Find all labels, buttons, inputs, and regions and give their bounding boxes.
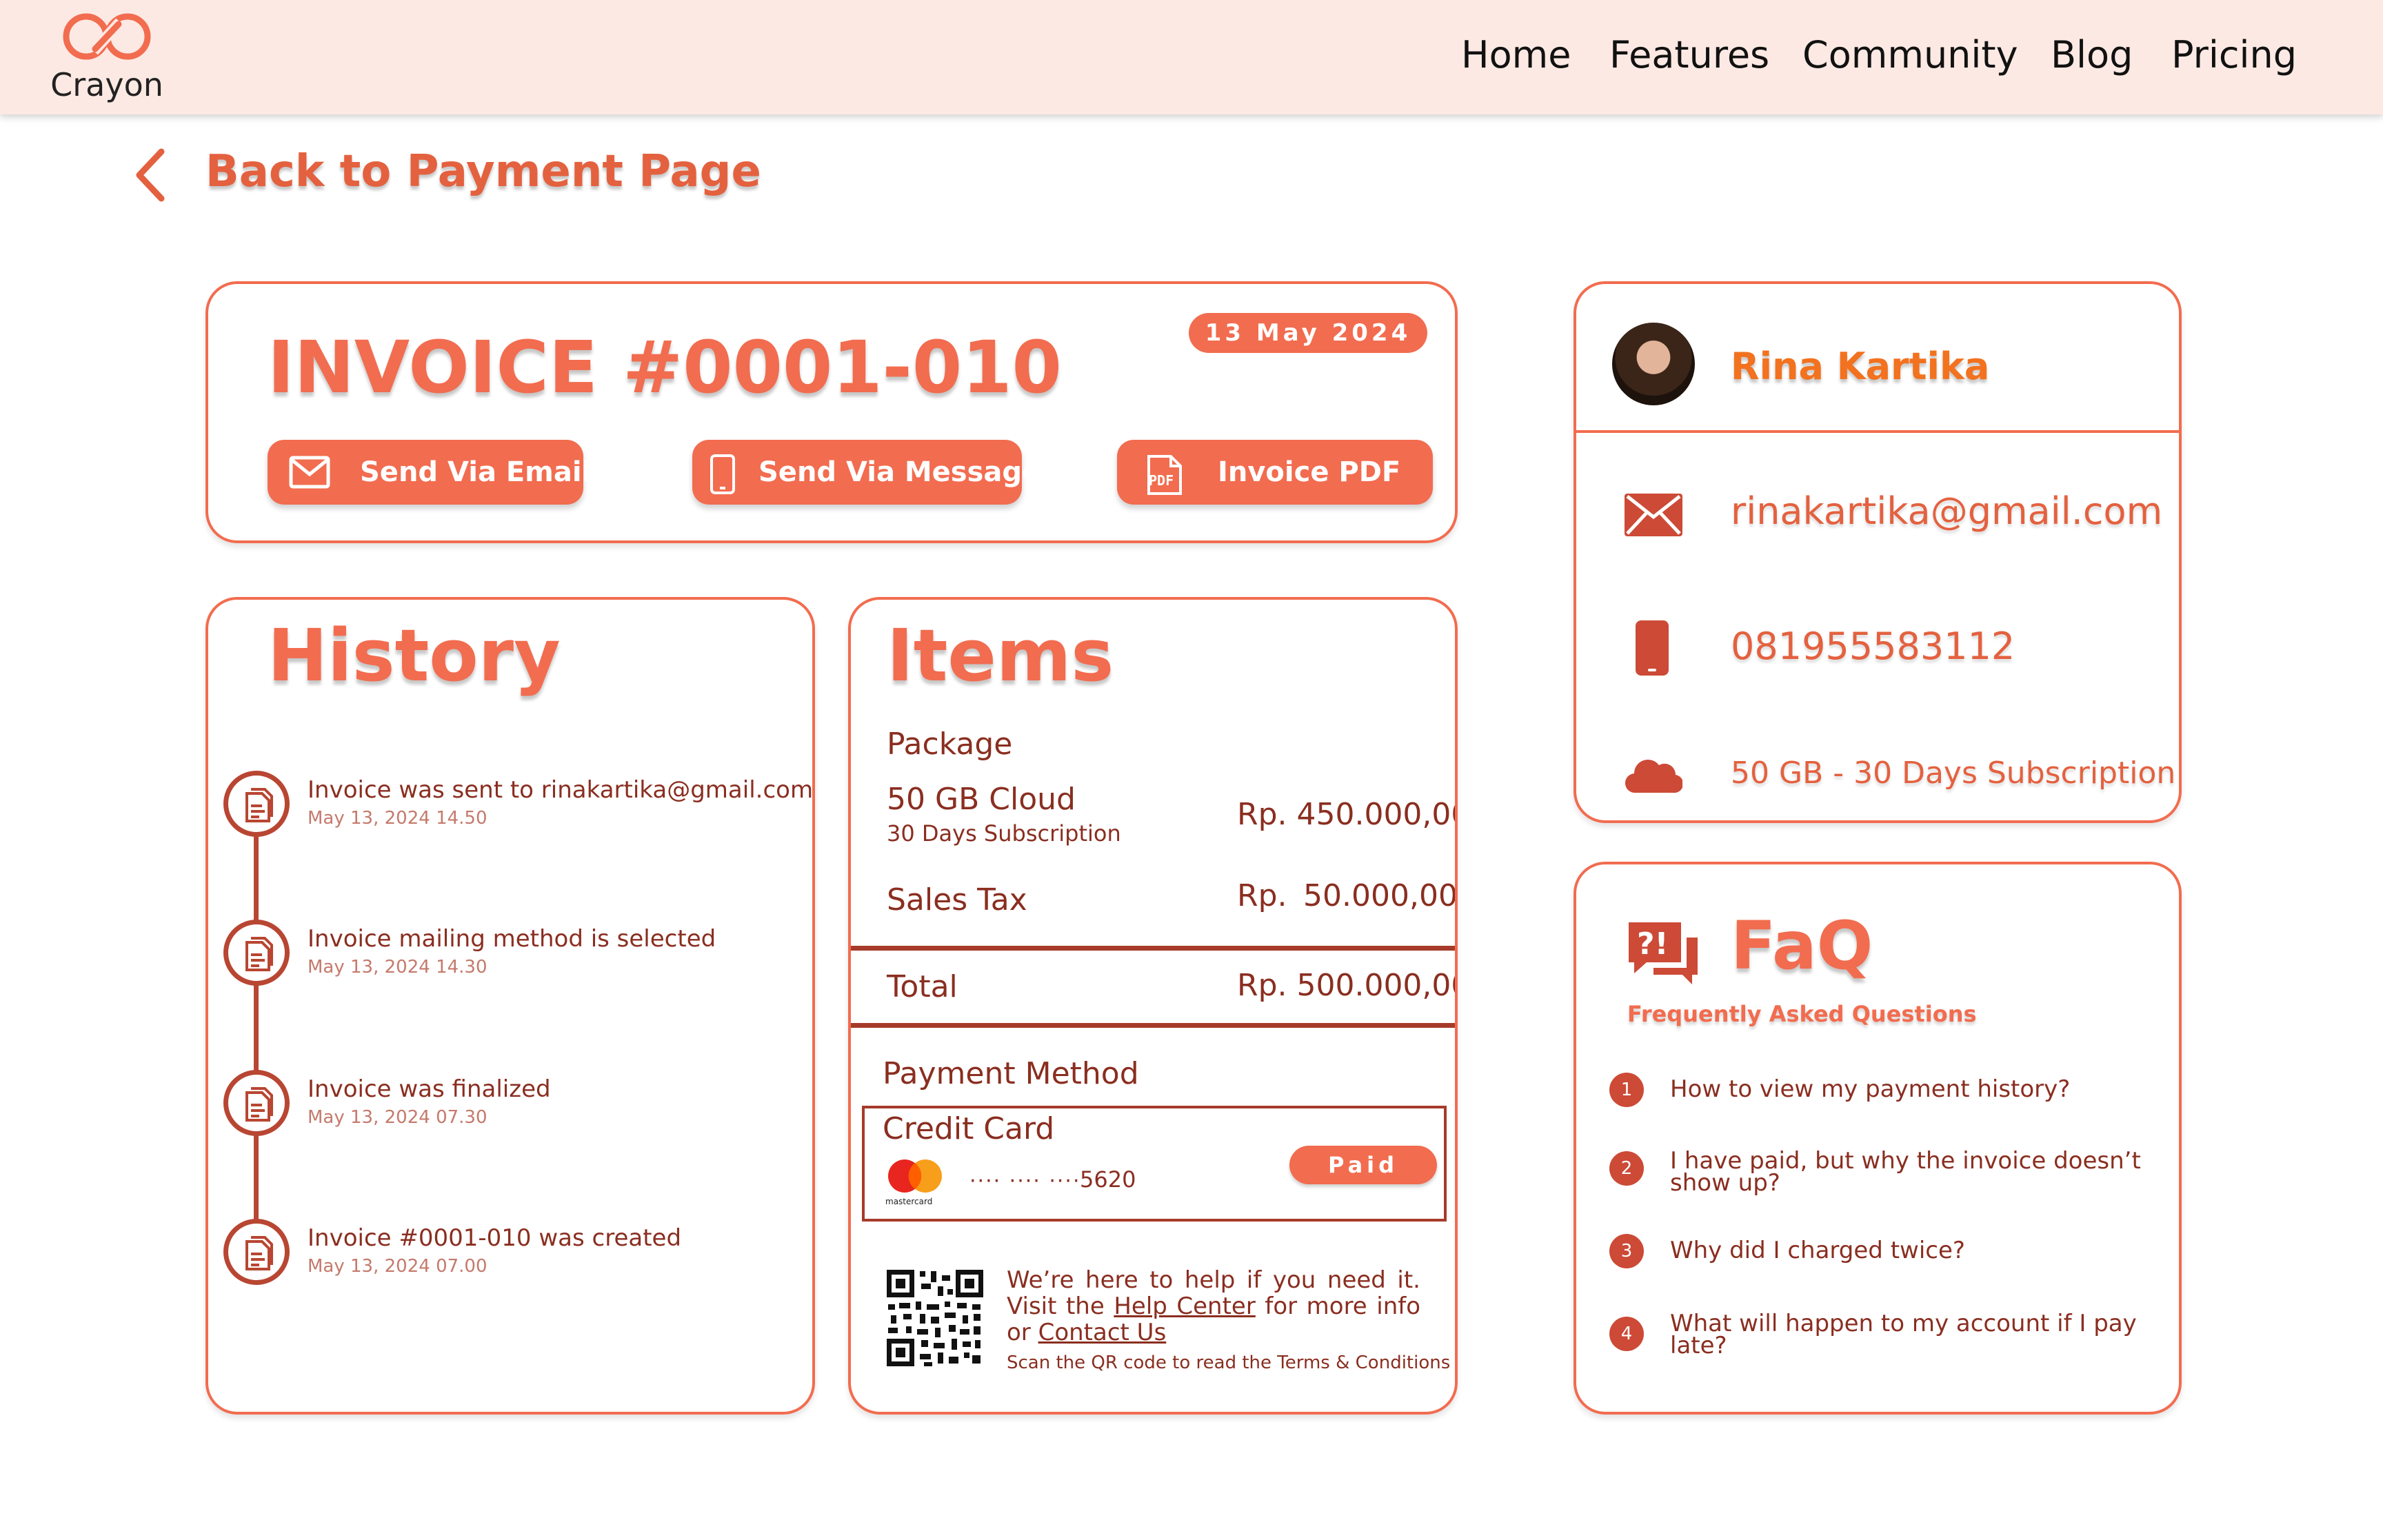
faq-number-badge: 3 — [1609, 1234, 1644, 1268]
history-event-text: Invoice was sent to rinakartika@gmail.co… — [308, 776, 814, 804]
document-icon — [223, 771, 290, 837]
payment-method-box: Credit Card mastercard ···· ···· ···· 56… — [862, 1106, 1447, 1222]
history-event-time: May 13, 2024 14.30 — [308, 957, 487, 977]
card-last-four: 5620 — [1080, 1166, 1136, 1193]
faq-title: FaQ — [1731, 907, 1873, 984]
card-brand-text: mastercard — [885, 1197, 933, 1206]
document-icon — [223, 1219, 290, 1285]
invoice-pdf-label: Invoice PDF — [1218, 456, 1401, 488]
payment-type: Credit Card — [883, 1111, 1055, 1146]
sales-tax-label: Sales Tax — [887, 882, 1027, 918]
brand-name[interactable]: Crayon — [48, 66, 165, 103]
history-event-text: Invoice #0001-010 was created — [308, 1224, 682, 1252]
history-event-time: May 13, 2024 14.50 — [308, 808, 487, 829]
help-center-link[interactable]: Help Center — [1114, 1293, 1255, 1320]
faq-card: ?! FaQ Frequently Asked Questions 1 How … — [1573, 862, 2182, 1415]
envelope-icon — [1625, 494, 1682, 539]
faq-subtitle: Frequently Asked Questions — [1627, 1001, 1977, 1027]
divider — [1576, 430, 2179, 433]
customer-name: Rina Kartika — [1731, 345, 1990, 388]
package-price: Rp. 450.000,00 — [1237, 797, 1458, 832]
faq-question[interactable]: Why did I charged twice? — [1670, 1239, 2153, 1262]
qr-code-icon[interactable] — [885, 1268, 985, 1370]
faq-question[interactable]: How to view my payment history? — [1670, 1077, 2153, 1101]
divider — [851, 946, 1455, 951]
history-event-text: Invoice was finalized — [308, 1075, 551, 1103]
history-event-time: May 13, 2024 07.30 — [308, 1107, 487, 1128]
faq-number-badge: 4 — [1609, 1317, 1644, 1351]
total-label: Total — [887, 969, 958, 1004]
crayon-logo-icon[interactable] — [61, 11, 153, 62]
nav-blog[interactable]: Blog — [2051, 33, 2133, 77]
svg-text:?!: ?! — [1637, 926, 1669, 962]
items-card: Items Package 50 GB Cloud 30 Days Subscr… — [848, 597, 1458, 1415]
nav-features[interactable]: Features — [1609, 33, 1769, 77]
customer-email: rinakartika@gmail.com — [1731, 489, 2163, 533]
masked-card-number: ···· ···· ···· — [969, 1169, 1081, 1193]
divider — [851, 1023, 1455, 1028]
paid-status-badge: Paid — [1289, 1146, 1437, 1184]
question-chat-icon: ?! — [1626, 920, 1702, 991]
customer-subscription: 50 GB - 30 Days Subscription — [1731, 756, 2176, 791]
package-name: 50 GB Cloud — [887, 782, 1076, 817]
items-title: Items — [887, 614, 1114, 698]
send-via-message-button[interactable]: Send Via Message — [692, 440, 1040, 505]
sales-tax-currency: Rp. — [1237, 878, 1287, 913]
faq-number-badge: 1 — [1609, 1073, 1644, 1107]
send-via-email-button[interactable]: Send Via Email — [268, 440, 591, 505]
invoice-header-card: INVOICE #0001-010 13 May 2024 Send Via E… — [205, 281, 1458, 543]
history-event-text: Invoice mailing method is selected — [308, 925, 716, 953]
top-navigation-bar: Crayon Home Features Community Blog Pric… — [0, 0, 2383, 114]
customer-phone: 081955583112 — [1731, 625, 2015, 668]
avatar — [1612, 323, 1695, 405]
payment-method-label: Payment Method — [883, 1056, 1139, 1091]
faq-question[interactable]: I have paid, but why the invoice doesn’t… — [1670, 1149, 2153, 1195]
nav-pricing[interactable]: Pricing — [2171, 33, 2297, 77]
total-price: Rp. 500.000,00 — [1237, 968, 1458, 1003]
mastercard-icon: mastercard — [883, 1157, 949, 1208]
nav-home[interactable]: Home — [1461, 33, 1571, 77]
history-event-time: May 13, 2024 07.00 — [308, 1256, 487, 1277]
scan-qr-text: Scan the QR code to read the Terms & Con… — [1007, 1352, 1451, 1373]
invoice-pdf-button[interactable]: PDF Invoice PDF — [1117, 440, 1433, 505]
invoice-date-badge: 13 May 2024 — [1189, 313, 1427, 353]
send-via-email-label: Send Via Email — [360, 456, 592, 488]
chevron-left-icon — [136, 148, 165, 202]
document-icon — [223, 920, 290, 986]
faq-number-badge: 2 — [1609, 1151, 1644, 1186]
back-to-payment-link[interactable]: Back to Payment Page — [131, 142, 761, 204]
timeline-line — [254, 807, 259, 1255]
document-icon — [223, 1070, 290, 1136]
customer-profile-card: Rina Kartika rinakartika@gmail.com 08195… — [1573, 281, 2182, 823]
cloud-icon — [1625, 756, 1684, 797]
pdf-file-icon: PDF — [1147, 455, 1182, 495]
invoice-title: INVOICE #0001-010 — [268, 325, 1062, 409]
faq-question[interactable]: What will happen to my account if I pay … — [1670, 1312, 2153, 1357]
phone-icon — [710, 454, 735, 494]
package-label: Package — [887, 727, 1013, 762]
help-text: We’re here to help if you need it. Visit… — [1007, 1267, 1420, 1346]
nav-community[interactable]: Community — [1802, 33, 2018, 77]
package-description: 30 Days Subscription — [887, 820, 1121, 847]
envelope-icon — [289, 456, 330, 489]
back-link-label: Back to Payment Page — [205, 146, 761, 197]
sales-tax-amount: 50.000,00 — [1303, 878, 1458, 913]
history-card: History Invoice was sent to rinakartika@… — [205, 597, 815, 1415]
history-title: History — [268, 614, 561, 698]
phone-icon — [1634, 619, 1670, 680]
svg-text:PDF: PDF — [1149, 472, 1174, 489]
send-via-message-label: Send Via Message — [758, 456, 1041, 488]
contact-us-link[interactable]: Contact Us — [1038, 1319, 1167, 1346]
